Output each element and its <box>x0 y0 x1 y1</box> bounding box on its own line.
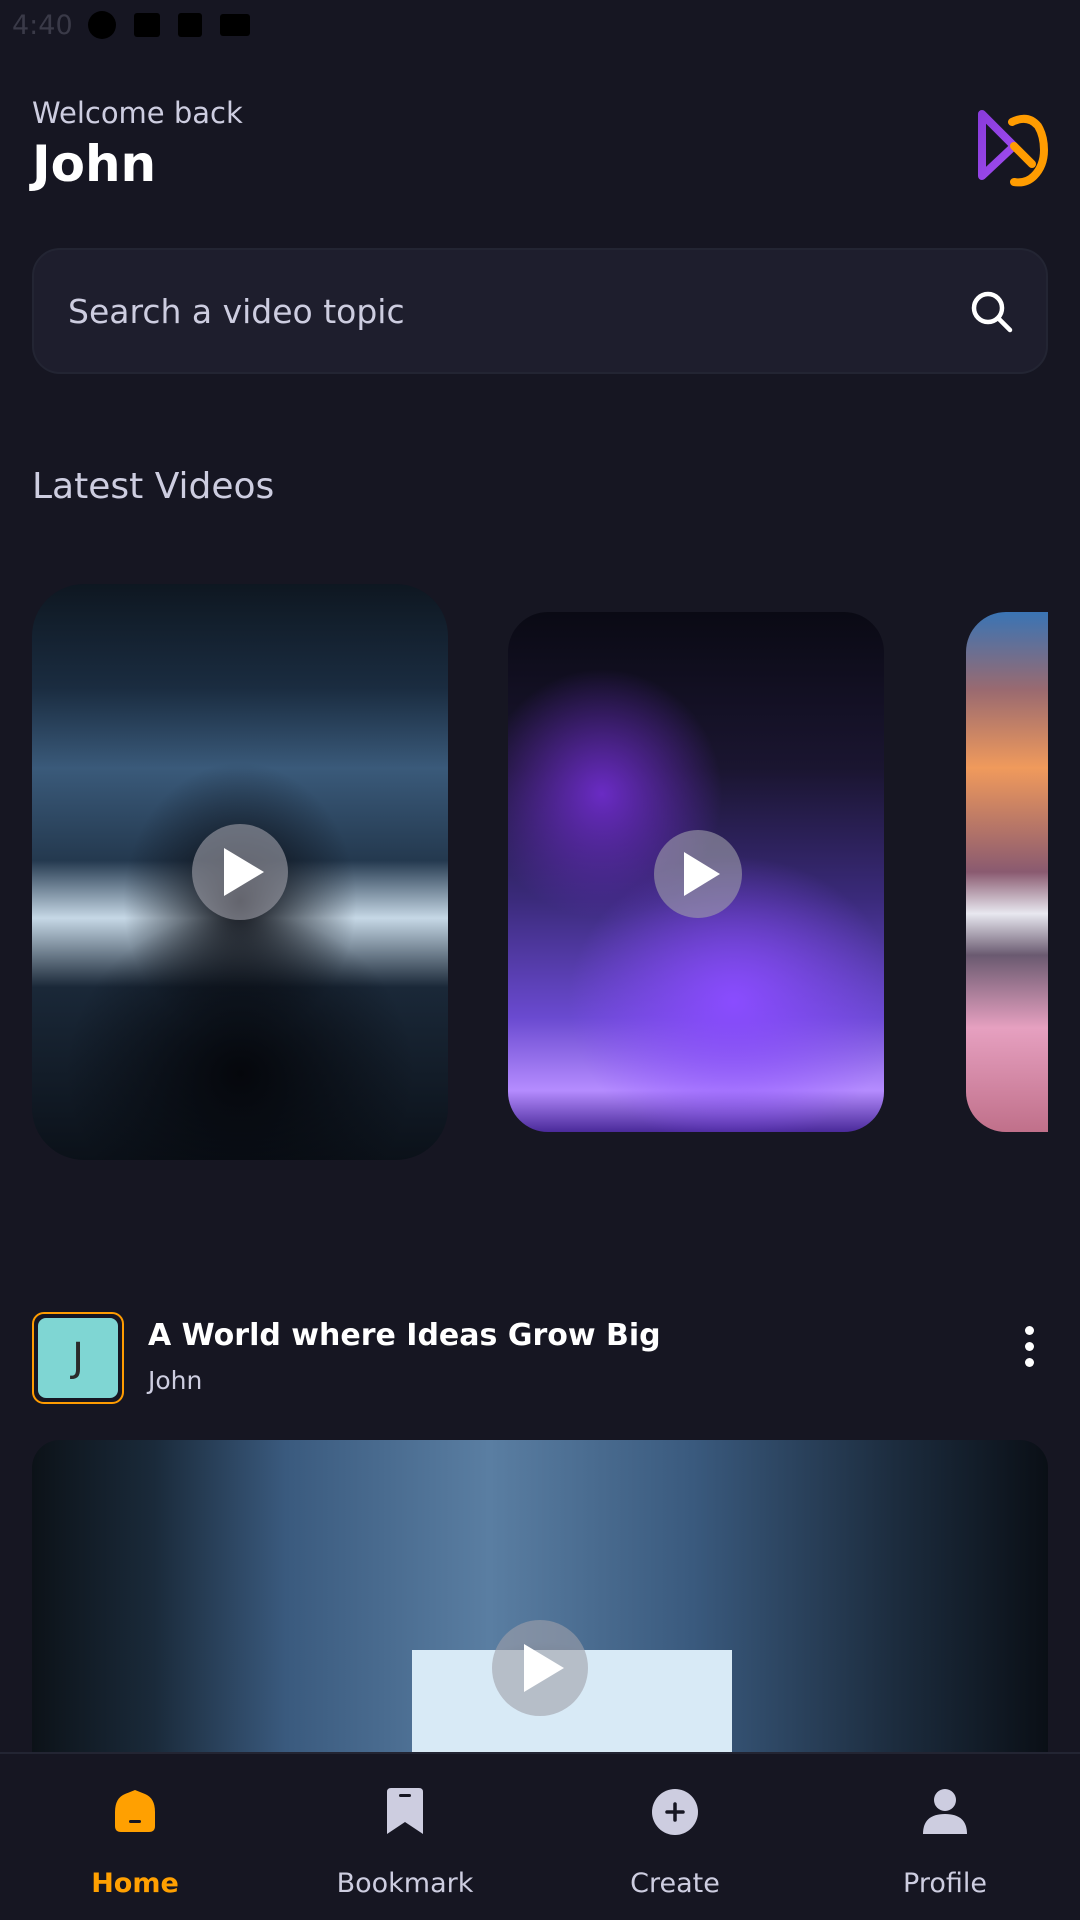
avatar-letter: J <box>38 1318 118 1398</box>
video-card-2[interactable] <box>508 612 884 1132</box>
status-time: 4:40 <box>12 10 73 41</box>
tab-home[interactable]: Home <box>35 1754 235 1920</box>
tab-profile[interactable]: Profile <box>845 1754 1045 1920</box>
bookmark-icon <box>387 1788 423 1834</box>
tab-bookmark[interactable]: Bookmark <box>305 1754 505 1920</box>
font-notification-icon <box>178 13 202 37</box>
username: John <box>32 135 157 193</box>
profile-icon <box>923 1789 967 1834</box>
bottom-tab-bar: Home Bookmark Create Profile <box>0 1752 1080 1920</box>
search-box[interactable] <box>32 248 1048 374</box>
post-title: A World where Ideas Grow Big <box>148 1318 661 1353</box>
tab-create[interactable]: Create <box>575 1754 775 1920</box>
video-card-1[interactable] <box>32 584 448 1160</box>
status-bar: 4:40 <box>0 0 1080 50</box>
tab-bookmark-label: Bookmark <box>336 1868 474 1899</box>
play-icon[interactable] <box>654 830 742 918</box>
tab-home-label: Home <box>91 1868 179 1899</box>
app-logo-icon <box>978 110 1049 187</box>
sd-card-icon <box>220 14 250 36</box>
image-notification-icon <box>134 13 160 37</box>
tab-profile-label: Profile <box>903 1868 987 1899</box>
play-icon[interactable] <box>492 1620 588 1716</box>
post-author: John <box>148 1366 203 1395</box>
latest-videos-title: Latest Videos <box>32 466 275 507</box>
home-icon <box>115 1790 155 1832</box>
search-input[interactable] <box>68 280 928 342</box>
search-icon[interactable] <box>970 290 1014 334</box>
plus-icon <box>652 1789 698 1835</box>
avatar[interactable]: J <box>32 1312 124 1404</box>
app-notification-icon <box>88 11 116 39</box>
post-video-thumbnail[interactable] <box>32 1440 1048 1760</box>
play-icon[interactable] <box>192 824 288 920</box>
more-options-icon[interactable] <box>1020 1326 1038 1372</box>
video-card-3[interactable] <box>966 612 1048 1132</box>
tab-create-label: Create <box>630 1868 720 1899</box>
welcome-text: Welcome back <box>32 96 243 130</box>
